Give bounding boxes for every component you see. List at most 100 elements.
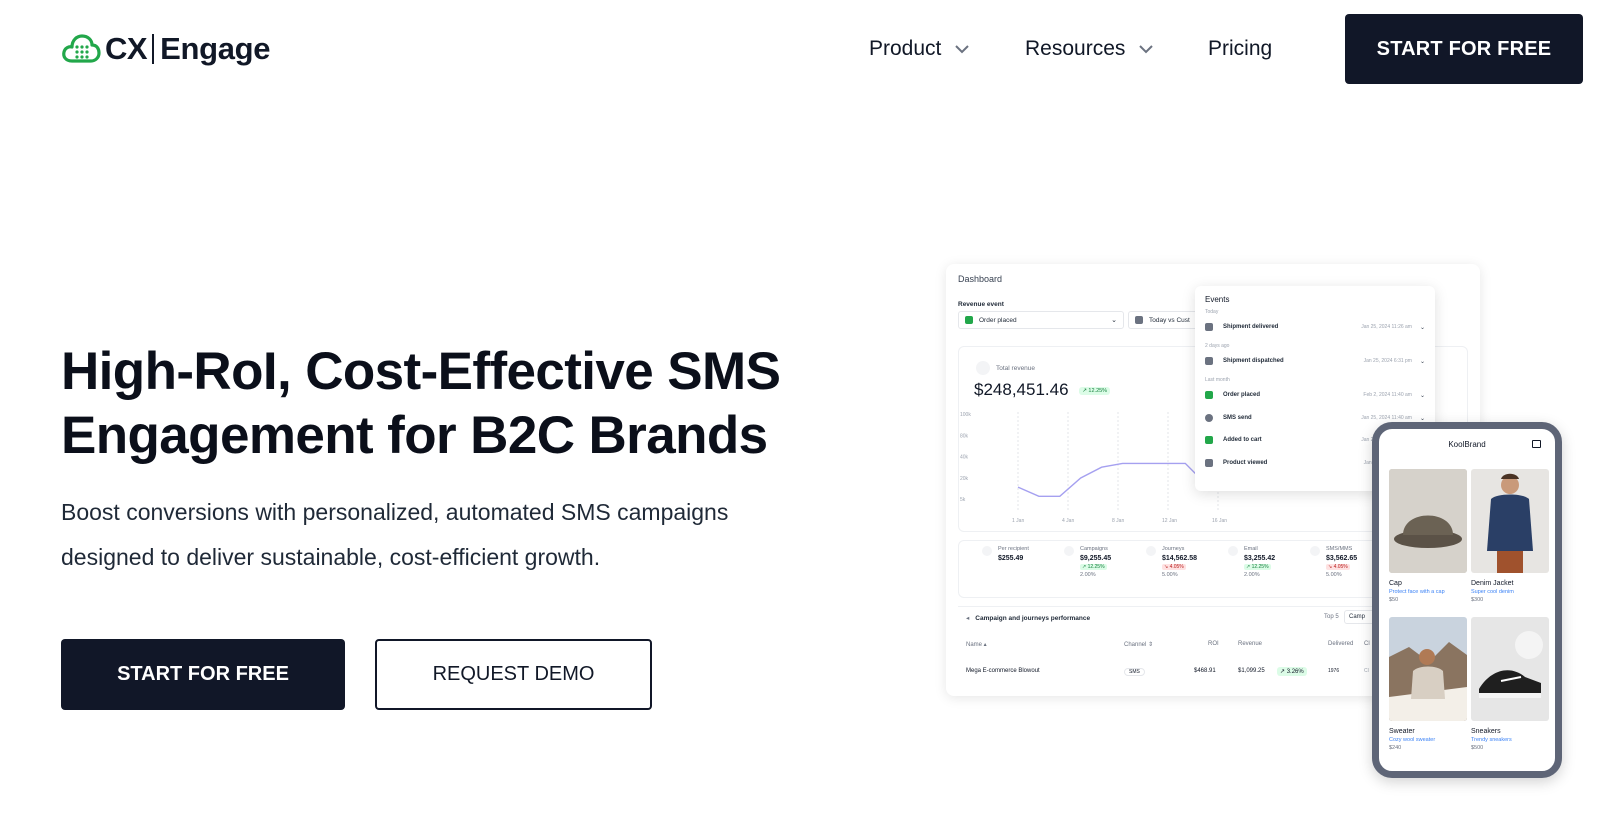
stat-value: $9,255.45 [1080, 555, 1112, 562]
table-header-delivered: Delivered [1328, 641, 1354, 647]
channel-icon [1064, 546, 1074, 556]
x-tick-label: 8 Jan [1112, 518, 1124, 524]
event-row[interactable]: Shipment dispatched Jan 25, 2024 6:31 pm… [1205, 355, 1425, 367]
event-name: Order placed [1223, 392, 1261, 398]
brand-logo[interactable]: CX Engage [61, 29, 271, 69]
table-header-revenue: Revenue [1238, 641, 1263, 647]
calendar-icon [1135, 316, 1143, 324]
nav-item-pricing[interactable]: Pricing [1208, 32, 1272, 66]
event-row[interactable]: Order placed Feb 2, 2024 11:40 am ⌄ [1205, 389, 1425, 401]
product-card-sweater[interactable]: Sweater Cozy wool sweater $240 [1389, 617, 1467, 751]
revenue-event-label: Revenue event [958, 301, 1004, 308]
product-price: $240 [1389, 745, 1402, 751]
nav-item-resources[interactable]: Resources [1025, 32, 1155, 66]
y-tick-label: 40k [960, 455, 969, 461]
hero-subtitle-line1: Boost conversions with personalized, aut… [61, 499, 729, 525]
stat-value: $3,255.42 [1244, 555, 1276, 562]
channel-stat: SMS/MMS $3,562.65 ↘ 4.05% 5.00% [1310, 546, 1357, 578]
events-group-2-days-ago: 2 days ago [1205, 343, 1230, 349]
message-icon [1205, 357, 1213, 365]
stat-label: Campaigns [1080, 546, 1108, 552]
table-header-name[interactable]: Name ▴ [966, 641, 987, 648]
nav-item-product[interactable]: Product [869, 32, 971, 66]
performance-title: ◂ Campaign and journeys performance [966, 614, 1090, 622]
shopify-bag-icon [1205, 391, 1213, 399]
event-row[interactable]: Shipment delivered Jan 25, 2024 11:26 am… [1205, 321, 1425, 333]
performance-top-label: Top 5 [1324, 614, 1339, 620]
message-icon [1205, 323, 1213, 331]
stat-percent: 2.00% [1244, 572, 1260, 578]
y-tick-label: 20k [960, 476, 969, 482]
stat-value: $14,562.58 [1162, 555, 1198, 562]
nav-item-label: Resources [1025, 37, 1126, 60]
stat-change-badge: ↘ 4.05% [1162, 564, 1186, 570]
event-date: Jan 25, 2024 11:26 am [1361, 324, 1412, 330]
brand-name-engage: Engage [160, 31, 271, 66]
total-revenue-change-badge: ↗ 12.25% [1079, 386, 1111, 395]
phone-brand-name: KoolBrand [1448, 440, 1486, 449]
stat-label: Email [1244, 546, 1258, 552]
event-date: Feb 2, 2024 11:40 am [1363, 392, 1412, 398]
shopify-bag-icon [1205, 436, 1213, 444]
x-tick-label: 16 Jan [1212, 518, 1227, 524]
stat-percent: 5.00% [1162, 572, 1178, 578]
channel-icon [982, 546, 992, 556]
chevron-down-icon: ⌄ [1419, 358, 1425, 365]
stat-label: Per recipient [998, 546, 1029, 552]
product-desc: Trendy sneakers [1471, 737, 1512, 743]
product-desc: Protect face with a cap [1389, 589, 1445, 595]
table-cell-extra: Cl [1364, 668, 1369, 674]
table-header-extra: Cl [1364, 641, 1370, 647]
hero-title: High-RoI, Cost-Effective SMS Engagement … [61, 340, 891, 468]
stat-change-badge: ↗ 12.25% [1080, 564, 1107, 570]
cart-icon[interactable] [1532, 440, 1541, 448]
stat-value: $255.49 [998, 555, 1024, 562]
product-desc: Super cool denim [1471, 589, 1514, 595]
event-date: Jan 25, 2024 11:40 am [1361, 415, 1412, 421]
sneaker-icon [1471, 617, 1549, 721]
event-name: SMS send [1223, 415, 1252, 421]
table-header-roi: ROI [1208, 641, 1219, 647]
hero-title-line1: High-RoI, Cost-Effective SMS [61, 342, 781, 401]
nav-start-for-free-button[interactable]: START FOR FREE [1345, 14, 1583, 84]
chevron-down-icon: ⌄ [1419, 324, 1425, 331]
brand-name-cx: CX [105, 31, 148, 66]
stat-label: Journeys [1162, 546, 1185, 552]
events-group-today: Today [1205, 309, 1219, 315]
revenue-event-value: Order placed [979, 316, 1017, 324]
table-header-channel[interactable]: Channel ⇕ [1124, 641, 1153, 648]
event-name: Shipment delivered [1223, 324, 1279, 330]
product-card-denim-jacket[interactable]: Denim Jacket Super cool denim $300 [1471, 469, 1549, 603]
revenue-event-select[interactable]: Order placed ⌄ [958, 311, 1124, 329]
stat-label: SMS/MMS [1326, 546, 1353, 552]
total-revenue-label-row: Total revenue [976, 361, 1035, 375]
event-name: Shipment dispatched [1223, 358, 1284, 364]
total-revenue-row: $248,451.46 ↗ 12.25% [974, 380, 1111, 400]
revenue-line-chart: 100k 80k 40k 20k 5k 1 Jan 4 Jan 8 Jan 12 Jan 16 J… [960, 412, 1228, 524]
phone-preview: KoolBrand Cap Protect face with a cap $5… [1372, 422, 1562, 778]
chat-bubble-icon [1205, 414, 1213, 422]
chevron-down-icon: ⌄ [1419, 415, 1425, 422]
table-cell-change: ↗ 3.26% [1277, 667, 1307, 676]
megaphone-icon: ◂ [966, 615, 970, 622]
product-name: Sneakers [1471, 728, 1501, 735]
performance-title-text: Campaign and journeys performance [975, 615, 1091, 622]
request-demo-button[interactable]: REQUEST DEMO [375, 639, 652, 710]
channel-stat: Email $3,255.42 ↗ 12.25% 2.00% [1228, 546, 1276, 578]
cloud-grid-icon [62, 34, 101, 63]
product-card-sneakers[interactable]: Sneakers Trendy sneakers $500 [1471, 617, 1549, 751]
table-cell-name[interactable]: Mega E-commerce Blowout [966, 668, 1040, 674]
hero-start-for-free-button[interactable]: START FOR FREE [61, 639, 345, 710]
product-name: Cap [1389, 580, 1402, 587]
event-name: Added to cart [1223, 437, 1262, 443]
hero-title-line2: Engagement for B2C Brands [61, 406, 768, 465]
events-title: Events [1205, 295, 1230, 304]
event-date: Jan 25, 2024 6:31 pm [1363, 358, 1412, 364]
product-card-cap[interactable]: Cap Protect face with a cap $50 [1389, 469, 1467, 603]
product-name: Sweater [1389, 728, 1415, 735]
product-image [1471, 469, 1549, 573]
dashboard-title: Dashboard [958, 274, 1003, 284]
cursor-icon [1205, 459, 1213, 467]
top-navigation: CX Engage Product Resources Pricing STAR… [0, 0, 1600, 100]
total-revenue-value: $248,451.46 [974, 380, 1069, 399]
